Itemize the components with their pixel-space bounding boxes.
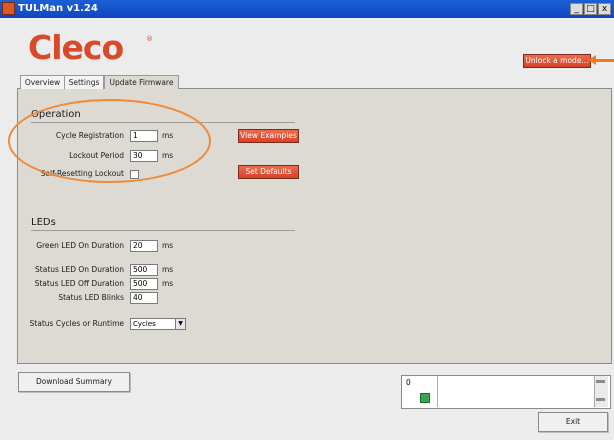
unlock-mode-button[interactable]: Unlock a mode... xyxy=(523,54,591,68)
window-title: TULMan v1.24 xyxy=(18,3,98,14)
leds-heading: LEDs xyxy=(31,217,56,228)
status-led-off-label: Status LED Off Duration xyxy=(34,279,124,288)
tab-settings[interactable]: Settings xyxy=(64,75,104,89)
app-icon xyxy=(2,2,15,15)
leds-divider xyxy=(31,230,295,231)
download-summary-button[interactable]: Download Summary xyxy=(18,372,130,392)
status-led-off-unit: ms xyxy=(162,279,174,288)
cleco-logo: Cleco xyxy=(28,28,124,67)
status-led-blinks-input[interactable]: 40 xyxy=(130,292,158,304)
status-led-on-input[interactable]: 500 xyxy=(130,264,158,276)
green-led-on-input[interactable]: 20 xyxy=(130,240,158,252)
close-button[interactable]: x xyxy=(598,3,611,15)
registered-mark: ® xyxy=(146,35,153,43)
maximize-button[interactable]: □ xyxy=(584,3,597,15)
annotation-highlight-oval xyxy=(8,99,211,183)
exit-button[interactable]: Exit xyxy=(538,412,608,432)
set-defaults-button[interactable]: Set Defaults xyxy=(238,165,299,179)
status-led-on-unit: ms xyxy=(162,265,174,274)
status-cycles-runtime-value: Cycles xyxy=(133,320,156,328)
scroll-down-icon[interactable] xyxy=(596,398,605,401)
green-led-on-label: Green LED On Duration xyxy=(36,241,124,250)
minimize-button[interactable]: _ xyxy=(570,3,583,15)
green-led-on-unit: ms xyxy=(162,241,174,250)
status-led-blinks-label: Status LED Blinks xyxy=(58,293,124,302)
chevron-down-icon[interactable]: ▼ xyxy=(175,319,185,329)
tab-update-firmware[interactable]: Update Firmware xyxy=(104,75,179,89)
log-divider xyxy=(437,376,438,407)
annotation-arrow-icon xyxy=(588,55,596,65)
status-led-off-input[interactable]: 500 xyxy=(130,278,158,290)
log-textbox[interactable] xyxy=(401,375,611,409)
view-examples-button[interactable]: View Examples xyxy=(238,129,299,143)
status-ok-icon xyxy=(420,393,430,403)
status-led-on-label: Status LED On Duration xyxy=(35,265,124,274)
tab-overview[interactable]: Overview xyxy=(20,75,65,89)
scroll-up-icon[interactable] xyxy=(596,380,605,383)
status-cycles-runtime-label: Status Cycles or Runtime xyxy=(29,319,124,328)
log-value: 0 xyxy=(406,378,411,387)
